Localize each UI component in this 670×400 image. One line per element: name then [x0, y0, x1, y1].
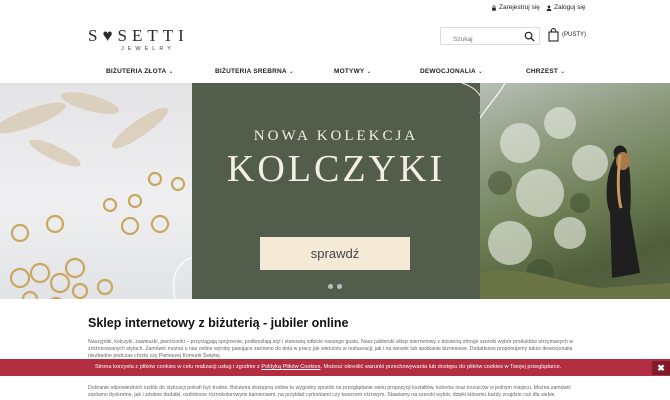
cart-label: (PUSTY): [562, 32, 586, 38]
chevron-down-icon: ⌄: [477, 69, 484, 75]
chevron-down-icon: ⌄: [560, 69, 566, 75]
hero-title: KOLCZYKI: [226, 148, 446, 190]
cookie-policy-link[interactable]: Polityką Plików Cookies: [261, 364, 320, 370]
hero-cta-button[interactable]: sprawdź: [260, 237, 410, 270]
page-title: Sklep internetowy z biżuterią - jubiler …: [88, 316, 349, 330]
shopping-bag-icon: [548, 28, 559, 42]
chevron-down-icon: ⌄: [168, 69, 174, 75]
cookie-close-button[interactable]: ✖: [652, 361, 670, 375]
login-label: Zaloguj się: [554, 4, 586, 11]
cookie-message: Strona korzysta z plików cookies w celu …: [95, 364, 561, 370]
hero-subtitle: NOWA KOLEKCJA: [253, 128, 419, 144]
cart-button[interactable]: (PUSTY): [548, 28, 586, 42]
logo-name: S♥SETTI: [88, 26, 189, 45]
user-icon: [546, 4, 552, 11]
nav-label: CHRZEST: [526, 68, 559, 75]
slider-dot-2[interactable]: [337, 284, 342, 289]
nav-item-devotional[interactable]: DEWOCJONALIA ⌄: [420, 68, 483, 75]
logo[interactable]: S♥SETTI JEWELRY: [88, 26, 218, 56]
top-bar: Zarejestruj się Zaloguj się: [0, 0, 670, 16]
nav-item-baptism[interactable]: CHRZEST ⌄: [526, 68, 565, 75]
logo-tagline: JEWELRY: [121, 46, 175, 52]
slider-dot-1[interactable]: [328, 284, 333, 289]
nav-label: DEWOCJONALIA: [420, 68, 476, 75]
register-link[interactable]: Zarejestruj się: [491, 4, 540, 11]
hero-model-photo: [479, 83, 670, 299]
nav-item-motifs[interactable]: MOTYWY ⌄: [334, 68, 372, 75]
nav-item-gold-jewelry[interactable]: BIŻUTERIA ZŁOTA ⌄: [106, 68, 174, 75]
nav-label: MOTYWY: [334, 68, 365, 75]
login-link[interactable]: Zaloguj się: [546, 4, 585, 11]
cookie-text-before: Strona korzysta z plików cookies w celu …: [95, 364, 262, 370]
search-input[interactable]: [441, 31, 521, 48]
search-box: [440, 27, 540, 48]
nav-label: BIŻUTERIA ZŁOTA: [106, 68, 167, 75]
earrings-illustration: [0, 92, 193, 299]
second-paragraph: Dobranie odpowiednich ozdób do stylizacj…: [88, 385, 571, 398]
search-icon[interactable]: [524, 31, 535, 42]
main-nav: BIŻUTERIA ZŁOTA ⌄ BIŻUTERIA SREBRNA ⌄ MOTY…: [0, 66, 670, 80]
lock-icon: [492, 4, 496, 11]
chevron-down-icon: ⌄: [366, 69, 372, 75]
register-label: Zarejestruj się: [499, 4, 540, 11]
hero-slider[interactable]: NOWA KOLEKCJA KOLCZYKI sprawdź: [0, 83, 670, 299]
cookie-text-after: . Możesz określić warunki przechowywania…: [320, 364, 562, 370]
nav-item-silver-jewelry[interactable]: BIŻUTERIA SREBRNA ⌄: [215, 68, 294, 75]
chevron-down-icon: ⌄: [288, 69, 295, 75]
cookie-banner: Strona korzysta z plików cookies w celu …: [0, 359, 670, 376]
intro-paragraph: Naszyjniki, kolczyki, zawieszki, pierści…: [88, 339, 573, 359]
hero-banner-panel: NOWA KOLEKCJA KOLCZYKI sprawdź: [192, 83, 483, 299]
woman-in-garden-illustration: [479, 83, 670, 299]
hero-earrings-photo: [0, 83, 193, 299]
nav-label: BIŻUTERIA SREBRNA: [215, 68, 287, 75]
